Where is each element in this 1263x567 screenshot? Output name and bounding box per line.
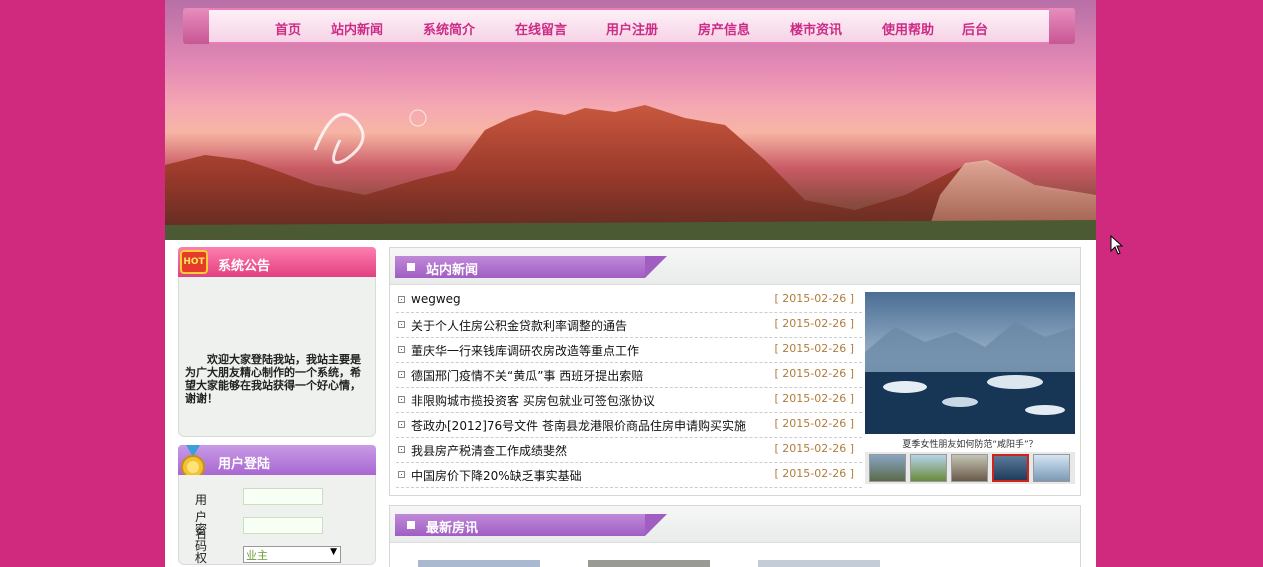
- thumbnail-4-selected[interactable]: [992, 454, 1029, 482]
- house-tab: 最新房讯: [395, 514, 667, 536]
- news-link[interactable]: 非限购城市揽投资客 买房包就业可签包涨协议: [411, 392, 655, 409]
- news-item: 非限购城市揽投资客 买房包就业可签包涨协议 [ 2015-02-26 ]: [396, 388, 862, 413]
- news-tab: 站内新闻: [395, 256, 667, 278]
- house-title: 最新房讯: [426, 521, 479, 536]
- nav-online-message[interactable]: 在线留言: [515, 19, 567, 38]
- square-icon: [407, 263, 415, 271]
- navbar-left-ornament: [183, 8, 209, 44]
- news-item: 董庆华一行来钱库调研农房改造等重点工作 [ 2015-02-26 ]: [396, 338, 862, 363]
- news-link[interactable]: 德国邢门疫情不关“黄瓜”事 西班牙提出索赔: [411, 367, 643, 384]
- notice-text: 欢迎大家登陆我站，我站主要是为广大朋友精心制作的一个系统，希望大家能够在我站获得…: [185, 353, 361, 405]
- landscape-photo-image: [865, 292, 1075, 434]
- news-link[interactable]: 关于个人住房公积金贷款利率调整的通告: [411, 317, 627, 334]
- news-link[interactable]: 中国房价下降20%缺乏事实基础: [411, 467, 582, 484]
- bullet-icon: [398, 396, 405, 403]
- house-thumbnail[interactable]: [588, 560, 710, 567]
- thumbnail-2[interactable]: [910, 454, 947, 482]
- photo-caption: 夏季女性朋友如何防范“咸阳手”？: [902, 440, 1038, 450]
- news-date: [ 2015-02-26 ]: [774, 467, 854, 480]
- password-input[interactable]: [243, 517, 323, 534]
- news-link[interactable]: 我县房产税清查工作成绩斐然: [411, 442, 567, 459]
- hot-badge-icon: HOT: [180, 250, 208, 274]
- thumbnail-1[interactable]: [869, 454, 906, 482]
- news-item: wegweg [ 2015-02-26 ]: [396, 288, 862, 313]
- left-column: HOT 系统公告 欢迎大家登陆我站，我站主要是为广大朋友精心制作的一个系统，希望…: [178, 247, 376, 565]
- notice-body: 欢迎大家登陆我站，我站主要是为广大朋友精心制作的一个系统，希望大家能够在我站获得…: [178, 277, 376, 437]
- nav-home[interactable]: 首页: [275, 19, 301, 38]
- news-date: [ 2015-02-26 ]: [774, 342, 854, 355]
- page-container: 首页 站内新闻 系统简介 在线留言 用户注册 房产信息 楼市资讯 使用帮助 后台…: [165, 0, 1096, 567]
- house-thumbnail[interactable]: [418, 560, 540, 567]
- news-link[interactable]: wegweg: [411, 292, 461, 306]
- thumbnail-5[interactable]: [1033, 454, 1070, 482]
- nav-admin[interactable]: 后台: [962, 19, 988, 38]
- news-link[interactable]: 苍政办[2012]76号文件 苍南县龙港限价商品住房申请购买实施: [411, 417, 746, 434]
- nav-market-news[interactable]: 楼市资讯: [790, 19, 842, 38]
- login-title: 用户登陆: [218, 457, 271, 472]
- news-list: wegweg [ 2015-02-26 ] 关于个人住房公积金贷款利率调整的通告 […: [396, 288, 862, 488]
- mouse-cursor-icon: [1110, 235, 1124, 255]
- bullet-icon: [398, 296, 405, 303]
- news-item: 关于个人住房公积金贷款利率调整的通告 [ 2015-02-26 ]: [396, 313, 862, 338]
- news-item: 我县房产税清查工作成绩斐然 [ 2015-02-26 ]: [396, 438, 862, 463]
- chevron-down-icon: ▼: [330, 547, 337, 557]
- news-panel-header: 站内新闻: [390, 248, 1080, 285]
- news-date: [ 2015-02-26 ]: [774, 442, 854, 455]
- nav-site-news[interactable]: 站内新闻: [331, 19, 383, 38]
- news-date: [ 2015-02-26 ]: [774, 317, 854, 330]
- login-header: 用户登陆: [178, 445, 376, 482]
- notice-title: 系统公告: [218, 259, 271, 274]
- news-date: [ 2015-02-26 ]: [774, 417, 854, 430]
- nav-system-intro[interactable]: 系统简介: [423, 19, 475, 38]
- news-item: 苍政办[2012]76号文件 苍南县龙港限价商品住房申请购买实施 [ 2015-0…: [396, 413, 862, 438]
- nav-help[interactable]: 使用帮助: [882, 19, 934, 38]
- bullet-icon: [398, 471, 405, 478]
- bullet-icon: [398, 321, 405, 328]
- news-date: [ 2015-02-26 ]: [774, 292, 854, 305]
- news-date: [ 2015-02-26 ]: [774, 392, 854, 405]
- role-label: 权限: [195, 551, 208, 565]
- news-item: 德国邢门疫情不关“黄瓜”事 西班牙提出索赔 [ 2015-02-26 ]: [396, 363, 862, 388]
- notice-box: HOT 系统公告 欢迎大家登陆我站，我站主要是为广大朋友精心制作的一个系统，希望…: [178, 247, 376, 437]
- login-form: 用户名 密码 权限 业主 ▼: [178, 475, 376, 565]
- thumbnail-3[interactable]: [951, 454, 988, 482]
- house-thumbnail[interactable]: [758, 560, 880, 567]
- news-feature-photo[interactable]: [865, 292, 1075, 434]
- navbar-right-ornament: [1049, 8, 1075, 44]
- role-select-value: 业主: [246, 549, 268, 562]
- news-panel: 站内新闻 wegweg [ 2015-02-26 ] 关于个人住房公积金贷款利率调…: [389, 247, 1081, 496]
- bullet-icon: [398, 371, 405, 378]
- photo-thumbnail-strip: [865, 452, 1075, 484]
- news-item: 中国房价下降20%缺乏事实基础 [ 2015-02-26 ]: [396, 463, 862, 488]
- bullet-icon: [398, 421, 405, 428]
- news-link[interactable]: 董庆华一行来钱库调研农房改造等重点工作: [411, 342, 639, 359]
- bullet-icon: [398, 346, 405, 353]
- nav-user-register[interactable]: 用户注册: [606, 19, 658, 38]
- square-icon: [407, 521, 415, 529]
- login-box: 用户登陆 用户名 密码 权限 业主 ▼: [178, 445, 376, 565]
- main-navbar: 首页 站内新闻 系统简介 在线留言 用户注册 房产信息 楼市资讯 使用帮助 后台: [183, 8, 1075, 44]
- header-banner: 首页 站内新闻 系统简介 在线留言 用户注册 房产信息 楼市资讯 使用帮助 后台: [165, 0, 1096, 240]
- house-panel: 最新房讯: [389, 505, 1081, 567]
- bullet-icon: [398, 446, 405, 453]
- username-input[interactable]: [243, 488, 323, 505]
- house-panel-header: 最新房讯: [390, 506, 1080, 543]
- role-select[interactable]: 业主 ▼: [243, 546, 341, 563]
- notice-header: HOT 系统公告: [178, 247, 376, 284]
- medal-icon: [181, 445, 205, 479]
- nav-house-info[interactable]: 房产信息: [698, 19, 750, 38]
- news-date: [ 2015-02-26 ]: [774, 367, 854, 380]
- news-title: 站内新闻: [426, 263, 479, 278]
